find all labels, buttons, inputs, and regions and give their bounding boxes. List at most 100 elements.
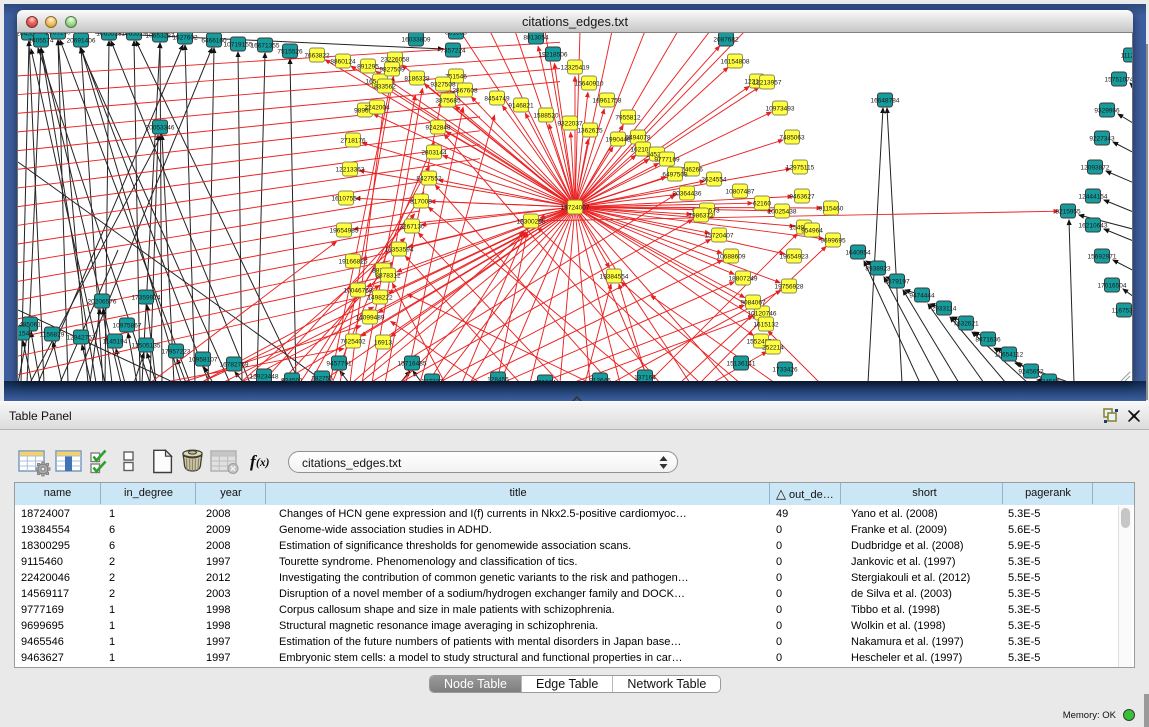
svg-text:12213957: 12213957 — [753, 79, 782, 86]
svg-text:1405574: 1405574 — [28, 37, 54, 44]
svg-text:2087682: 2087682 — [713, 36, 739, 43]
svg-text:771624: 771624 — [534, 379, 556, 381]
svg-text:17957223: 17957223 — [162, 348, 191, 355]
svg-text:10975867: 10975867 — [113, 322, 142, 329]
svg-text:10653287: 10653287 — [146, 33, 175, 39]
svg-text:7955812: 7955812 — [615, 114, 641, 121]
svg-text:18300295: 18300295 — [517, 218, 546, 225]
svg-text:8427552: 8427552 — [416, 175, 442, 182]
svg-text:12975115: 12975115 — [786, 164, 815, 171]
svg-text:817008: 817008 — [410, 198, 432, 205]
svg-text:6879197: 6879197 — [884, 278, 910, 285]
svg-text:1156829: 1156829 — [40, 331, 65, 338]
svg-text:9463627: 9463627 — [789, 193, 815, 200]
svg-text:9322037: 9322037 — [557, 120, 583, 127]
svg-text:20053346: 20053346 — [146, 124, 175, 131]
svg-text:19756928: 19756928 — [775, 283, 804, 290]
svg-text:391544: 391544 — [18, 330, 33, 337]
svg-text:16913: 16913 — [374, 339, 392, 346]
svg-text:9777169: 9777169 — [654, 156, 680, 163]
svg-text:19384554: 19384554 — [600, 273, 629, 280]
svg-text:10958107: 10958107 — [189, 356, 218, 363]
svg-text:7485063: 7485063 — [779, 134, 805, 141]
svg-text:8938923: 8938923 — [865, 265, 891, 272]
svg-text:16107554: 16107554 — [332, 195, 361, 202]
svg-text:(x): (x) — [256, 457, 270, 469]
svg-text:7986372: 7986372 — [688, 212, 714, 219]
svg-text:15751074: 15751074 — [1105, 76, 1132, 83]
svg-text:18807249: 18807249 — [729, 275, 758, 282]
svg-text:1615132: 1615132 — [753, 321, 779, 328]
svg-text:1527602: 1527602 — [172, 34, 198, 41]
svg-text:3624554: 3624554 — [701, 176, 727, 183]
svg-text:15692971: 15692971 — [1088, 253, 1117, 260]
svg-text:954964: 954964 — [801, 227, 823, 234]
svg-text:2718176: 2718176 — [340, 137, 366, 144]
svg-text:8813054: 8813054 — [523, 34, 549, 41]
svg-text:8186328: 8186328 — [404, 75, 430, 82]
svg-text:137164: 137164 — [634, 374, 656, 381]
svg-text:16648784: 16648784 — [871, 97, 900, 104]
svg-text:16961758: 16961758 — [593, 97, 622, 104]
svg-text:1167533: 1167533 — [1112, 307, 1132, 314]
svg-text:16782759: 16782759 — [220, 361, 249, 368]
svg-text:10973493: 10973493 — [766, 105, 795, 112]
svg-text:9474444: 9474444 — [909, 292, 935, 299]
svg-text:2933114: 2933114 — [932, 305, 957, 312]
svg-text:9084067: 9084067 — [740, 299, 766, 306]
svg-text:17359924: 17359924 — [132, 294, 161, 301]
svg-text:62160: 62160 — [753, 200, 771, 207]
svg-text:8215955: 8215955 — [1055, 208, 1081, 215]
svg-text:252214: 252214 — [762, 344, 784, 351]
svg-text:2867608: 2867608 — [452, 87, 478, 94]
svg-text:9329966: 9329966 — [1094, 107, 1120, 114]
svg-text:18724007: 18724007 — [561, 204, 590, 211]
svg-text:1498222: 1498222 — [367, 294, 393, 301]
svg-text:15640910: 15640910 — [575, 80, 604, 87]
svg-text:15716485: 15716485 — [398, 360, 427, 367]
svg-text:20364436: 20364436 — [673, 190, 702, 197]
svg-text:8471636: 8471636 — [975, 336, 1001, 343]
svg-text:2803144: 2803144 — [421, 149, 447, 156]
svg-text:9227343: 9227343 — [1089, 135, 1115, 142]
svg-text:13353594: 13353594 — [385, 246, 414, 253]
svg-text:127327: 127327 — [421, 378, 443, 381]
svg-text:20206576: 20206576 — [88, 298, 117, 305]
svg-text:111235: 111235 — [1121, 52, 1132, 59]
svg-text:881305: 881305 — [445, 33, 467, 36]
svg-text:12325419: 12325419 — [561, 64, 590, 71]
svg-text:182755: 182755 — [311, 375, 333, 381]
svg-text:17016504: 17016504 — [1098, 282, 1127, 289]
svg-text:10807487: 10807487 — [726, 188, 755, 195]
svg-text:924565: 924565 — [1038, 378, 1060, 381]
svg-text:1145194: 1145194 — [103, 338, 128, 345]
svg-text:12505135: 12505135 — [132, 342, 161, 349]
svg-text:10654112: 10654112 — [995, 351, 1024, 358]
svg-text:2069140: 2069140 — [45, 33, 71, 36]
svg-text:12444154: 12444154 — [1079, 193, 1108, 200]
svg-text:19166825: 19166825 — [339, 258, 368, 265]
svg-text:1640954: 1640954 — [845, 249, 871, 256]
svg-text:16154808: 16154808 — [721, 58, 750, 65]
svg-text:7625402: 7625402 — [340, 338, 366, 345]
svg-text:19654985: 19654985 — [330, 227, 359, 234]
svg-text:10688609: 10688609 — [717, 253, 746, 260]
svg-text:9146821: 9146821 — [508, 102, 534, 109]
svg-text:12923448: 12923448 — [250, 373, 279, 380]
svg-text:9699695: 9699695 — [820, 237, 846, 244]
svg-text:1362615: 1362615 — [577, 127, 603, 134]
svg-text:1065529: 1065529 — [121, 33, 147, 37]
svg-text:14099489: 14099489 — [356, 314, 385, 321]
svg-text:12942757: 12942757 — [67, 334, 96, 341]
svg-text:7515526: 7515526 — [277, 48, 303, 55]
svg-text:6494078: 6494078 — [625, 134, 651, 141]
svg-text:2242004: 2242004 — [364, 104, 390, 111]
svg-text:12093872: 12093872 — [1081, 164, 1110, 171]
svg-text:8454749: 8454749 — [484, 95, 510, 102]
svg-text:12213363: 12213363 — [336, 166, 365, 173]
svg-text:6497508: 6497508 — [662, 171, 688, 178]
svg-text:1733426: 1733426 — [772, 366, 798, 373]
svg-text:15720407: 15720407 — [705, 232, 734, 239]
svg-text:10025438: 10025438 — [768, 208, 797, 215]
svg-text:3875685: 3875685 — [435, 97, 461, 104]
